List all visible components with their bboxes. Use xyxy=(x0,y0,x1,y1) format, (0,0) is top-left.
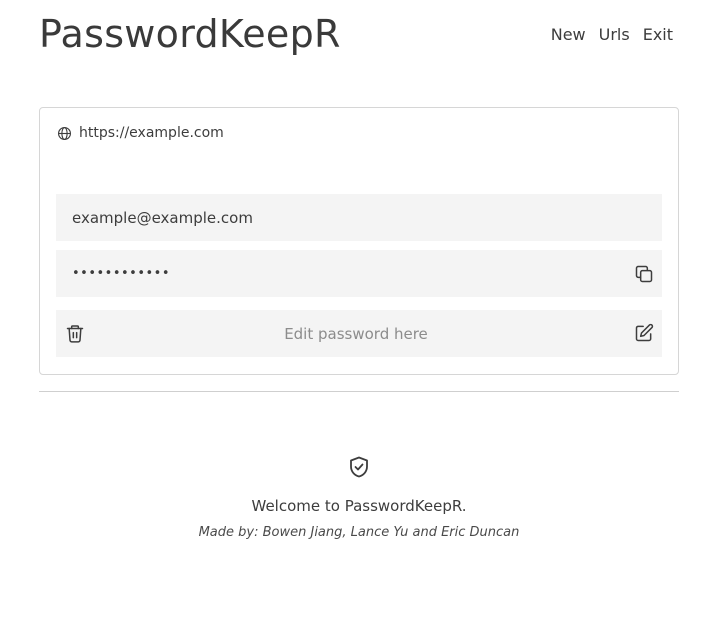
edit-icon[interactable] xyxy=(634,323,654,343)
nav-bar: New Urls Exit xyxy=(551,25,673,44)
shield-check-icon xyxy=(350,456,368,478)
email-field[interactable]: example@example.com xyxy=(56,194,662,241)
trash-icon[interactable] xyxy=(65,323,85,344)
credits-text: Made by: Bowen Jiang, Lance Yu and Eric … xyxy=(198,525,520,540)
divider xyxy=(39,391,679,392)
welcome-text: Welcome to PasswordKeepR. xyxy=(251,497,467,515)
password-masked-text: •••••••••••• xyxy=(72,266,171,281)
footer: Welcome to PasswordKeepR. Made by: Bowen… xyxy=(39,455,679,540)
brand-title[interactable]: PasswordKeepR xyxy=(39,12,341,56)
copy-icon[interactable] xyxy=(634,264,654,284)
url-row: https://example.com xyxy=(57,125,224,141)
email-text: example@example.com xyxy=(72,208,253,227)
password-field[interactable]: •••••••••••• xyxy=(56,250,662,297)
nav-exit-link[interactable]: Exit xyxy=(643,25,673,44)
globe-icon xyxy=(58,126,71,140)
edit-password-input[interactable] xyxy=(106,310,606,357)
nav-new-link[interactable]: New xyxy=(551,25,586,44)
header: PasswordKeepR New Urls Exit xyxy=(39,0,679,70)
password-card: https://example.com example@example.com … xyxy=(39,107,679,375)
edit-password-row xyxy=(56,310,662,357)
url-text[interactable]: https://example.com xyxy=(79,125,224,141)
nav-urls-link[interactable]: Urls xyxy=(599,25,630,44)
